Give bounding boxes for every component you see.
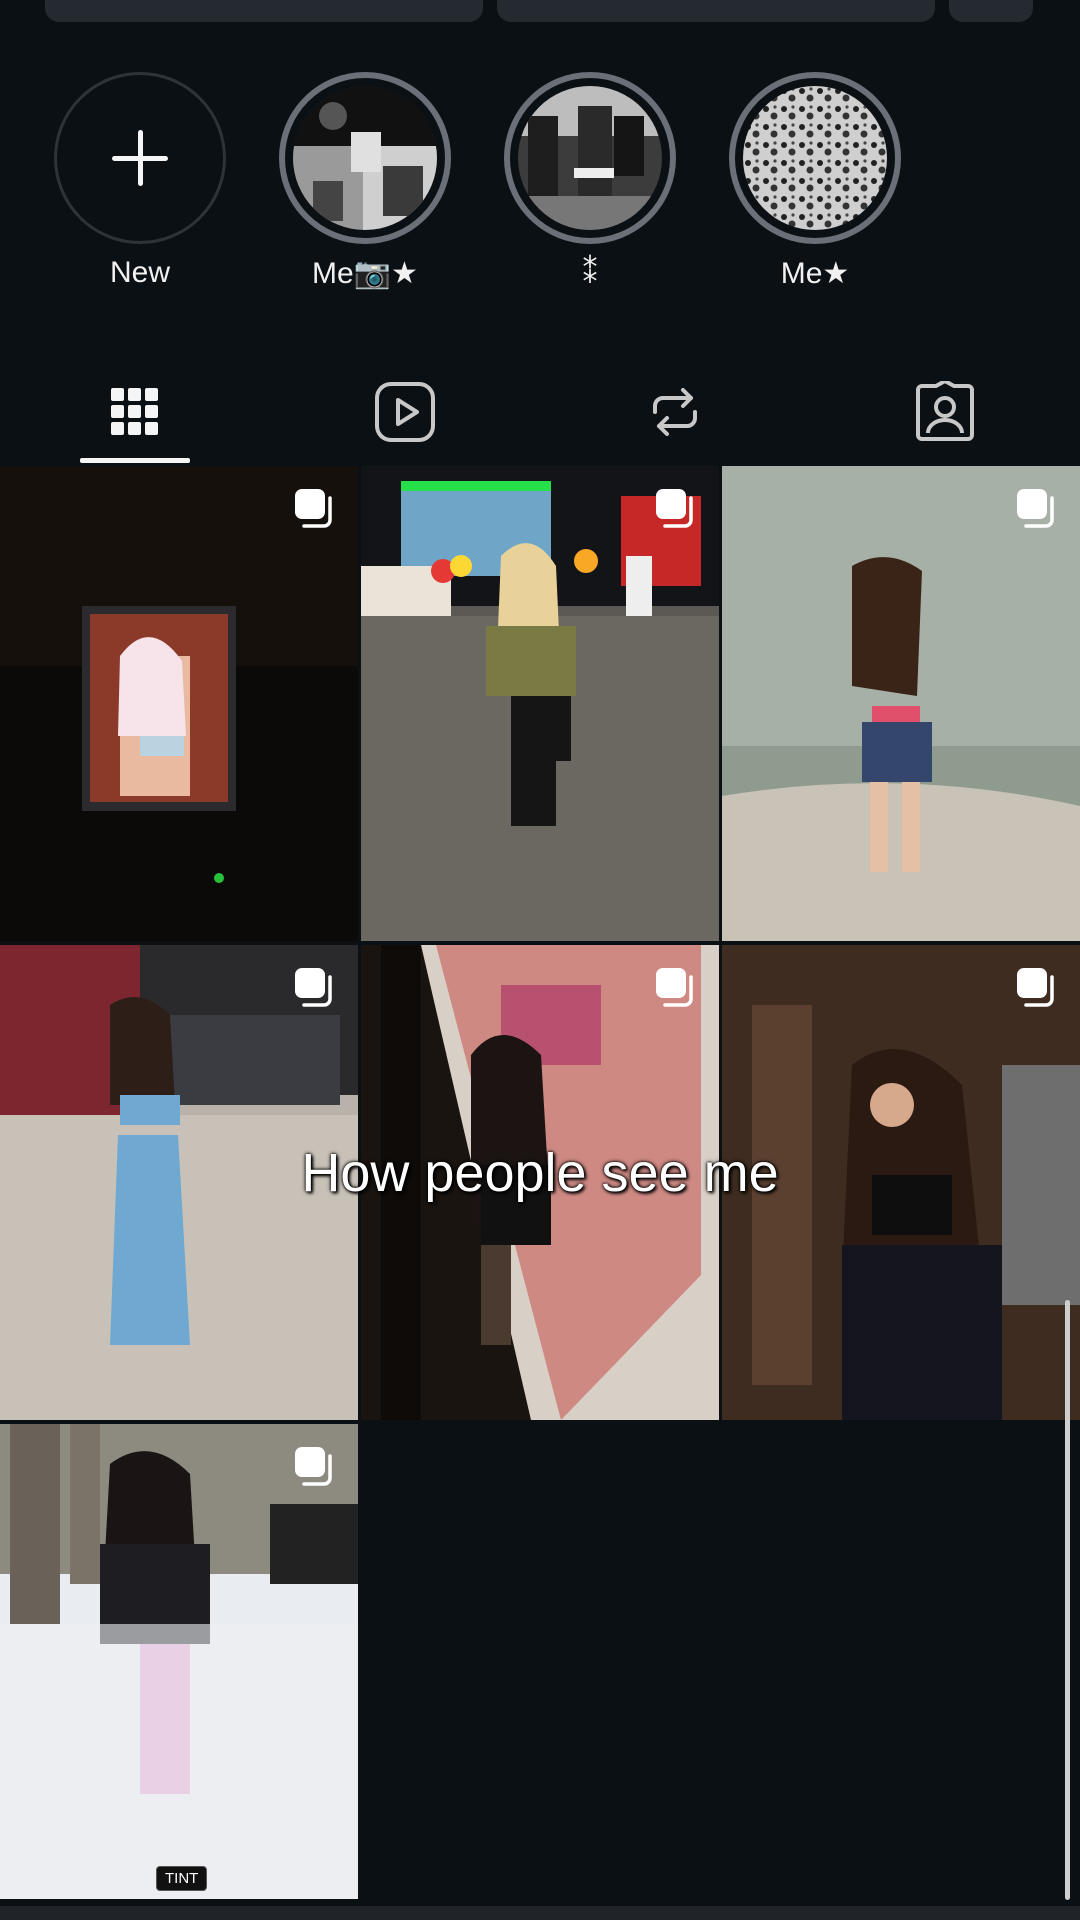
overlay-caption: How people see me	[301, 1143, 779, 1203]
post-thumbnail[interactable]	[361, 466, 719, 941]
post-thumbnail[interactable]	[722, 466, 1080, 941]
edit-profile-button[interactable]	[45, 0, 483, 22]
profile-screen: New Me📷★ ⁑ Me★ TINT How people see me	[0, 0, 1080, 1920]
highlight-cover-ring[interactable]	[279, 72, 451, 244]
highlight-cover-image	[518, 86, 662, 230]
tagged-icon	[916, 381, 974, 441]
plus-icon	[112, 130, 168, 186]
highlight-cover-image	[743, 86, 887, 230]
tab-reposts[interactable]	[540, 360, 810, 464]
highlight-dots[interactable]: ⁑	[500, 72, 680, 291]
carousel-icon	[1017, 489, 1054, 528]
highlight-label: Me📷★	[312, 257, 418, 290]
selected-tab-indicator	[80, 458, 190, 463]
highlight-me-camera[interactable]: Me📷★	[275, 72, 455, 291]
carousel-icon	[656, 968, 693, 1007]
highlight-label: New	[109, 256, 170, 289]
highlight-cover-ring[interactable]	[504, 72, 676, 244]
carousel-icon	[295, 489, 332, 528]
highlight-label: Me★	[780, 257, 850, 290]
bottom-bar	[0, 1906, 1080, 1920]
new-highlight-circle[interactable]	[54, 72, 226, 244]
highlight-new[interactable]: New	[50, 72, 230, 290]
photo-badge: TINT	[156, 1866, 208, 1891]
post-thumbnail[interactable]	[0, 466, 358, 941]
carousel-icon	[1017, 968, 1054, 1007]
carousel-icon	[656, 489, 693, 528]
reels-icon	[375, 382, 435, 442]
highlight-cover-image	[293, 86, 437, 230]
highlight-cover-ring[interactable]	[729, 72, 901, 244]
story-highlights: New Me📷★ ⁑ Me★	[0, 72, 1080, 302]
grid-icon	[111, 388, 158, 435]
tab-posts[interactable]	[0, 360, 270, 464]
tab-tagged[interactable]	[810, 360, 1080, 464]
carousel-icon	[295, 1447, 332, 1486]
profile-action-buttons	[45, 0, 1045, 22]
carousel-icon	[295, 968, 332, 1007]
share-profile-button[interactable]	[497, 0, 935, 22]
tab-reels[interactable]	[270, 360, 540, 464]
highlight-me-star[interactable]: Me★	[725, 72, 905, 291]
highlight-label: ⁑	[582, 257, 598, 290]
profile-tabs	[0, 360, 1080, 464]
reposts-icon	[653, 388, 697, 436]
discover-people-button[interactable]	[949, 0, 1033, 22]
scrollbar[interactable]	[1065, 1300, 1070, 1900]
post-thumbnail[interactable]: TINT	[0, 1424, 358, 1899]
